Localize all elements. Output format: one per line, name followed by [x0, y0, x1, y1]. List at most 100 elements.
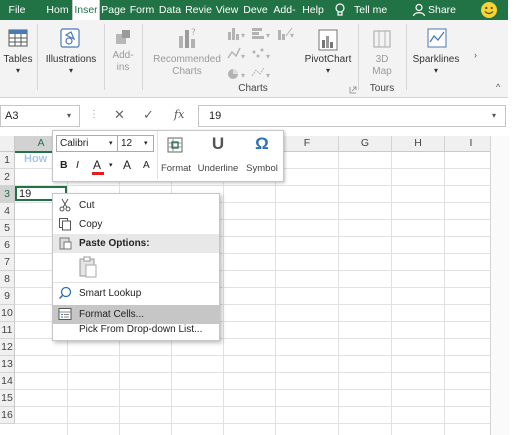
table-icon	[8, 29, 28, 47]
format-label: Format	[160, 163, 192, 174]
row-header-8[interactable]: 8	[0, 271, 15, 288]
tab-formulas[interactable]: Form	[129, 0, 155, 20]
ribbon-separator	[358, 24, 359, 90]
tables-button[interactable]: Tables ▾	[0, 20, 36, 97]
grow-font-button[interactable]: A	[123, 158, 131, 172]
gridline	[223, 152, 224, 435]
pivotchart-label: PivotChart	[304, 54, 352, 65]
gridline	[15, 389, 490, 390]
tab-help[interactable]: Help	[300, 0, 326, 20]
ribbon-separator	[406, 24, 407, 90]
row-header-4[interactable]: 4	[0, 203, 15, 220]
name-box[interactable]: A3 ▾	[0, 105, 80, 127]
row-header-5[interactable]: 5	[0, 220, 15, 237]
row-header-13[interactable]: 13	[0, 356, 15, 373]
paste-option-button[interactable]	[77, 255, 99, 279]
tables-label: Tables	[3, 54, 33, 65]
row-header-12[interactable]: 12	[0, 339, 15, 356]
row-header-10[interactable]: 10	[0, 305, 15, 322]
vertical-scrollbar[interactable]	[490, 136, 509, 435]
ribbon: Tables ▾ Illustrations ▾ Add- ins ? Reco…	[0, 20, 508, 98]
menu-section-label: Paste Options:	[79, 238, 150, 249]
row-header-9[interactable]: 9	[0, 288, 15, 305]
menu-item-cut[interactable]: Cut	[53, 196, 219, 215]
row-header-16[interactable]: 16	[0, 407, 15, 424]
ribbon-scroll-right-icon[interactable]: ›	[474, 50, 477, 60]
shrink-font-button[interactable]: A	[143, 160, 150, 171]
collapse-ribbon-icon[interactable]: ^	[496, 82, 500, 92]
lightbulb-icon	[335, 3, 345, 16]
symbol-label: Symbol	[246, 163, 278, 174]
menu-item-smart-lookup[interactable]: Smart Lookup	[53, 284, 219, 303]
cell-a1[interactable]: How	[24, 153, 47, 165]
tab-addins[interactable]: Add-	[271, 0, 298, 20]
name-box-value: A3	[5, 110, 19, 122]
chevron-down-icon[interactable]: ▾	[109, 136, 113, 151]
tab-view[interactable]: View	[214, 0, 240, 20]
pivotchart-icon	[318, 29, 338, 51]
tab-review[interactable]: Revie	[185, 0, 212, 20]
enter-check-icon[interactable]: ✓	[143, 104, 154, 126]
addins-label: Add- ins	[112, 50, 134, 73]
menu-item-label: Pick From Drop-down List...	[79, 324, 203, 335]
font-size-select[interactable]: 12 ▾	[117, 135, 154, 152]
row-header-14[interactable]: 14	[0, 373, 15, 390]
globe-map-icon	[373, 30, 391, 48]
tab-home[interactable]: Hom	[44, 0, 71, 20]
smiley-feedback-icon[interactable]	[480, 1, 498, 19]
chevron-down-icon[interactable]: ▾	[67, 106, 71, 126]
row-header-3[interactable]: 3	[0, 186, 15, 203]
illustrations-icon	[60, 28, 80, 48]
column-header-f[interactable]: F	[276, 136, 339, 152]
cell-a3-value: 19	[19, 188, 32, 200]
row-header-11[interactable]: 11	[0, 322, 15, 339]
chevron-down-icon[interactable]: ▾	[144, 136, 148, 151]
tab-page-layout[interactable]: Page	[100, 0, 127, 20]
underline-button[interactable]: U Underline	[195, 133, 241, 179]
toolbar-separator	[157, 131, 158, 179]
illustrations-button[interactable]: Illustrations ▾	[40, 20, 102, 97]
ribbon-tab-bar: File Hom Inser Page Form Data Revie View…	[0, 0, 508, 20]
gridline	[15, 372, 490, 373]
insert-function-icon[interactable]: fx	[174, 104, 184, 126]
copy-icon	[59, 218, 71, 231]
font-color-button[interactable]: A	[91, 157, 107, 175]
font-color-glyph: A	[93, 158, 102, 172]
tab-data[interactable]: Data	[157, 0, 183, 20]
chevron-down-icon[interactable]: ▾	[109, 161, 113, 169]
cancel-icon[interactable]: ✕	[114, 104, 125, 126]
column-header-h[interactable]: H	[392, 136, 445, 152]
chevron-down-icon: ▾	[325, 66, 330, 75]
tab-developer[interactable]: Deve	[242, 0, 269, 20]
bold-button[interactable]: B	[60, 159, 68, 171]
menu-item-pick-from-list[interactable]: Pick From Drop-down List...	[53, 320, 219, 339]
drag-handle-icon[interactable]: ⋮	[89, 104, 99, 126]
row-header-7[interactable]: 7	[0, 254, 15, 271]
dialog-launcher-icon[interactable]	[349, 86, 357, 94]
svg-text:▾: ▾	[266, 52, 270, 61]
chevron-down-icon: ▾	[15, 66, 20, 75]
column-header-g[interactable]: G	[339, 136, 392, 152]
row-header-15[interactable]: 15	[0, 390, 15, 407]
row-header-1[interactable]: 1	[0, 152, 15, 169]
italic-button[interactable]: I	[76, 159, 79, 171]
font-name-select[interactable]: Calibri ▾	[56, 135, 119, 152]
share-button[interactable]: Share	[410, 0, 460, 20]
symbol-button[interactable]: Ω Symbol	[243, 133, 281, 179]
row-header-6[interactable]: 6	[0, 237, 15, 254]
tab-file[interactable]: File	[0, 0, 34, 20]
format-button[interactable]: Format	[159, 133, 193, 179]
sparklines-button[interactable]: Sparklines ▾	[408, 20, 464, 97]
expand-formula-icon[interactable]: ▾	[492, 106, 496, 126]
formula-input[interactable]: 19 ▾	[198, 105, 506, 127]
person-icon	[412, 3, 426, 17]
menu-item-label: Cut	[79, 200, 95, 211]
tab-insert[interactable]: Inser	[72, 0, 100, 20]
underline-label: Underline	[197, 163, 239, 174]
tell-me-search[interactable]: Tell me	[332, 0, 394, 20]
row-header-2[interactable]: 2	[0, 169, 15, 186]
omega-icon: Ω	[255, 134, 269, 153]
select-all-corner[interactable]	[0, 136, 15, 152]
menu-item-copy[interactable]: Copy	[53, 215, 219, 234]
gridline	[338, 152, 339, 435]
